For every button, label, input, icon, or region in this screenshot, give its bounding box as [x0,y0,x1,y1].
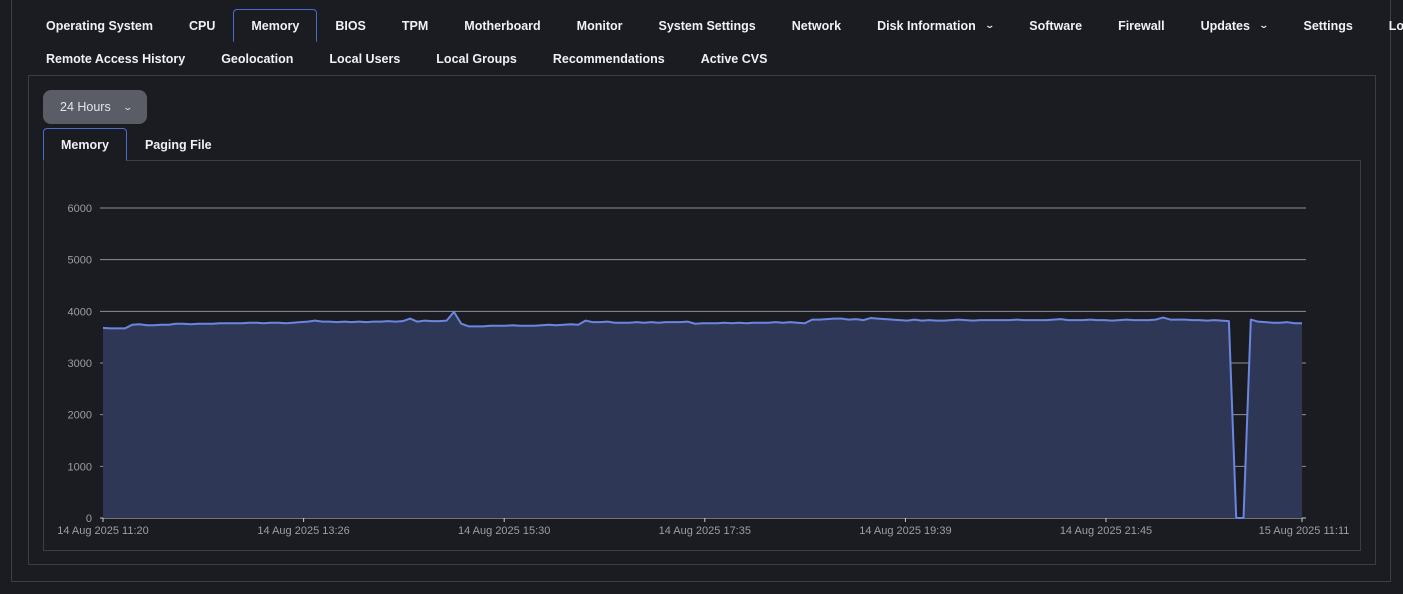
x-tick-label: 14 Aug 2025 15:30 [458,525,550,537]
tab-recommendations[interactable]: Recommendations [535,42,683,75]
y-tick-label: 5000 [68,255,92,267]
tab-label: Geolocation [221,51,294,66]
y-tick-label: 1000 [68,461,92,473]
tab-label: Motherboard [464,18,541,33]
time-range-value: 24 Hours [60,100,111,114]
tab-label: Settings [1303,18,1353,33]
tab-label: Network [791,18,842,33]
tab-label: Updates [1200,18,1250,33]
tab-local-users[interactable]: Local Users [311,42,418,75]
tab-settings[interactable]: Settings [1285,9,1370,42]
subtab-paging-file[interactable]: Paging File [127,128,230,161]
memory-usage-chart: 0 1000 2000 3000 4000 5000 6000 14 Aug 2025 11:… [57,203,1350,537]
tab-label: Firewall [1118,18,1165,33]
tab-network[interactable]: Network [774,9,859,42]
tab-active-cvs[interactable]: Active CVS [683,42,786,75]
tab-label: CPU [188,18,216,33]
tab-label: Paging File [144,137,212,152]
tab-tpm[interactable]: TPM [384,9,446,42]
tab-disk-information[interactable]: Disk Information ⌄ [859,9,1011,42]
tab-cpu[interactable]: CPU [171,9,233,42]
tab-software[interactable]: Software [1011,9,1100,42]
x-tick-label: 15 Aug 2025 11:11 [1259,525,1350,537]
main-tab-bar-row-1: Operating System CPU Memory BIOS TPM Motherbo… [28,9,1403,42]
y-tick-label: 6000 [68,203,92,215]
y-tick-label: 2000 [68,410,92,422]
tab-label: Operating System [46,18,153,33]
tab-firewall[interactable]: Firewall [1100,9,1183,42]
y-tick-label: 4000 [68,306,92,318]
tab-updates[interactable]: Updates ⌄ [1183,9,1286,42]
time-range-select[interactable]: 24 Hours ⌄ [43,90,147,124]
main-tab-bar-row-2: Remote Access History Geolocation Local Us… [28,42,785,75]
tab-label: Recommendations [552,51,665,66]
tab-remote-access-history[interactable]: Remote Access History [28,42,203,75]
tab-label: BIOS [335,18,366,33]
tab-local-groups[interactable]: Local Groups [418,42,535,75]
tab-geolocation[interactable]: Geolocation [203,42,311,75]
x-tick-label: 14 Aug 2025 13:26 [257,525,349,537]
tab-label: Location [1388,18,1403,33]
tab-label: Remote Access History [46,51,186,66]
subtab-memory[interactable]: Memory [43,128,127,161]
tab-label: Disk Information [877,18,976,33]
y-tick-label: 0 [86,513,92,525]
x-tick-label: 14 Aug 2025 17:35 [659,525,751,537]
chevron-down-icon: ⌄ [122,101,133,112]
memory-series-area [103,311,1302,518]
chevron-down-icon: ⌄ [984,20,995,30]
tab-label: Local Groups [436,51,517,66]
tab-label: Active CVS [700,51,768,66]
tab-location[interactable]: Location [1371,9,1403,42]
tab-operating-system[interactable]: Operating System [28,9,171,42]
x-tick-label: 14 Aug 2025 11:20 [57,525,149,537]
tab-system-settings[interactable]: System Settings [641,9,774,42]
chevron-down-icon: ⌄ [1258,20,1269,30]
tab-label: TPM [401,18,429,33]
memory-chart-container: 0 1000 2000 3000 4000 5000 6000 14 Aug 2025 11:… [43,160,1361,551]
tab-label: Memory [61,137,109,152]
tab-label: Monitor [576,18,623,33]
y-tick-label: 3000 [68,358,92,370]
tab-label: Memory [251,18,300,33]
tab-monitor[interactable]: Monitor [559,9,641,42]
tab-label: System Settings [658,18,756,33]
tab-memory[interactable]: Memory [233,9,318,42]
tab-label: Local Users [329,51,401,66]
x-tick-label: 14 Aug 2025 19:39 [859,525,951,537]
tab-label: Software [1029,18,1083,33]
memory-subtab-bar: Memory Paging File [43,128,230,161]
tab-motherboard[interactable]: Motherboard [446,9,558,42]
x-tick-label: 14 Aug 2025 21:45 [1060,525,1152,537]
tab-bios[interactable]: BIOS [317,9,384,42]
